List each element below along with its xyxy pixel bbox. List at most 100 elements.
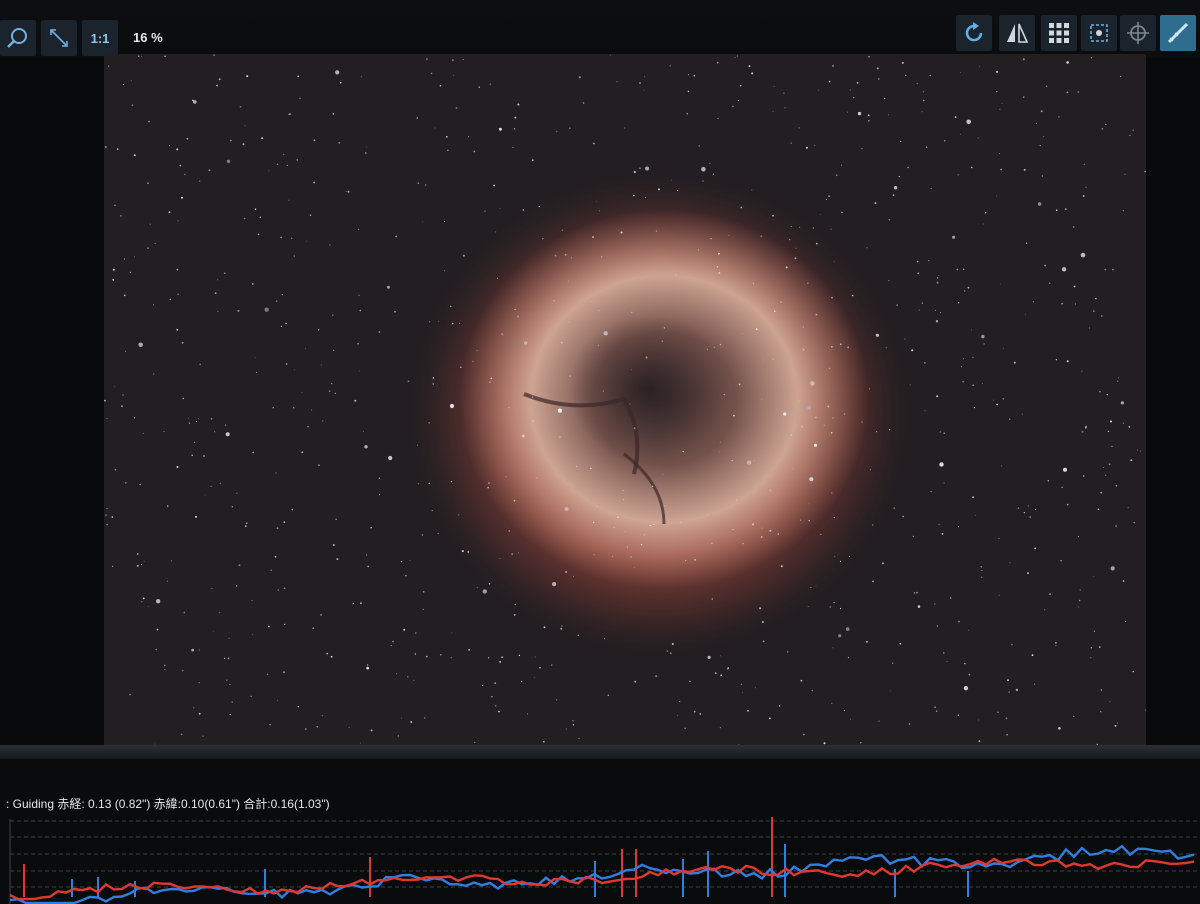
star [888,280,890,282]
star [136,564,139,567]
star [742,542,744,545]
star [431,510,433,512]
star [139,484,141,486]
star [802,326,805,328]
star [713,346,715,348]
image-viewer[interactable] [104,54,1146,754]
star [462,59,464,61]
star [902,515,904,518]
star [561,625,563,627]
star [633,194,635,197]
star [882,562,884,565]
star [630,556,632,558]
star [723,394,725,396]
star [407,380,410,383]
star [1133,521,1136,524]
star [709,162,711,164]
star [497,277,498,279]
star [981,569,983,571]
star [1099,391,1101,393]
star [210,417,213,420]
star [301,451,304,454]
star [778,705,781,707]
star [401,717,403,719]
star [564,507,569,511]
star [256,371,257,373]
star [1001,465,1002,467]
star [633,427,636,429]
star [250,695,252,698]
star [553,299,555,302]
star [935,320,939,323]
star [787,651,789,653]
star [459,322,461,324]
star [539,666,541,669]
star [133,256,135,258]
star [156,628,159,631]
zoom-in-button[interactable] [0,20,36,56]
star [180,733,183,736]
flip-button[interactable] [999,15,1035,51]
left-panel [0,58,104,758]
star [543,741,545,743]
star [726,668,729,670]
star [193,441,195,443]
fit-to-screen-button[interactable] [41,20,77,56]
star [964,662,966,665]
grid-button[interactable] [1041,15,1077,51]
star [498,127,502,131]
star [957,302,960,304]
star [309,214,312,216]
star [892,194,895,197]
star [798,400,800,402]
crosshair-button[interactable] [1120,15,1156,51]
star [348,726,350,729]
star [800,679,803,682]
panel-divider[interactable] [0,745,1200,759]
star-detect-button[interactable] [1081,15,1117,51]
star [366,146,367,148]
star [366,666,370,670]
star [513,499,516,502]
star [416,117,419,119]
guiding-panel: : Guiding 赤経: 0.13 (0.82") 赤緯:0.10(0.61"… [0,759,1200,904]
star [149,223,151,225]
star [476,350,478,352]
star [807,282,809,284]
star [1108,463,1111,466]
star [799,226,801,228]
zoom-one-to-one-button[interactable]: 1:1 [82,20,118,56]
star [649,524,651,527]
star [960,366,962,368]
star [395,235,397,238]
star [403,628,406,631]
star [847,346,849,349]
measure-button[interactable] [1160,15,1196,51]
star [896,304,898,306]
star [556,131,558,133]
star [437,532,439,535]
star [534,656,536,658]
star [908,723,911,725]
star [1083,163,1085,165]
star [825,198,828,201]
star [137,553,139,555]
star [565,728,567,730]
rotate-button[interactable] [956,15,992,51]
star [461,550,464,553]
star [417,483,419,485]
star [1061,302,1063,305]
star [914,592,916,594]
star [336,558,339,561]
star [1066,360,1069,363]
star [396,673,398,675]
star [593,521,595,523]
star [1117,377,1120,379]
star [218,78,221,81]
star [428,482,430,484]
star [520,680,523,683]
star [981,576,983,578]
star [147,606,149,608]
star [671,643,674,645]
star [820,214,821,215]
